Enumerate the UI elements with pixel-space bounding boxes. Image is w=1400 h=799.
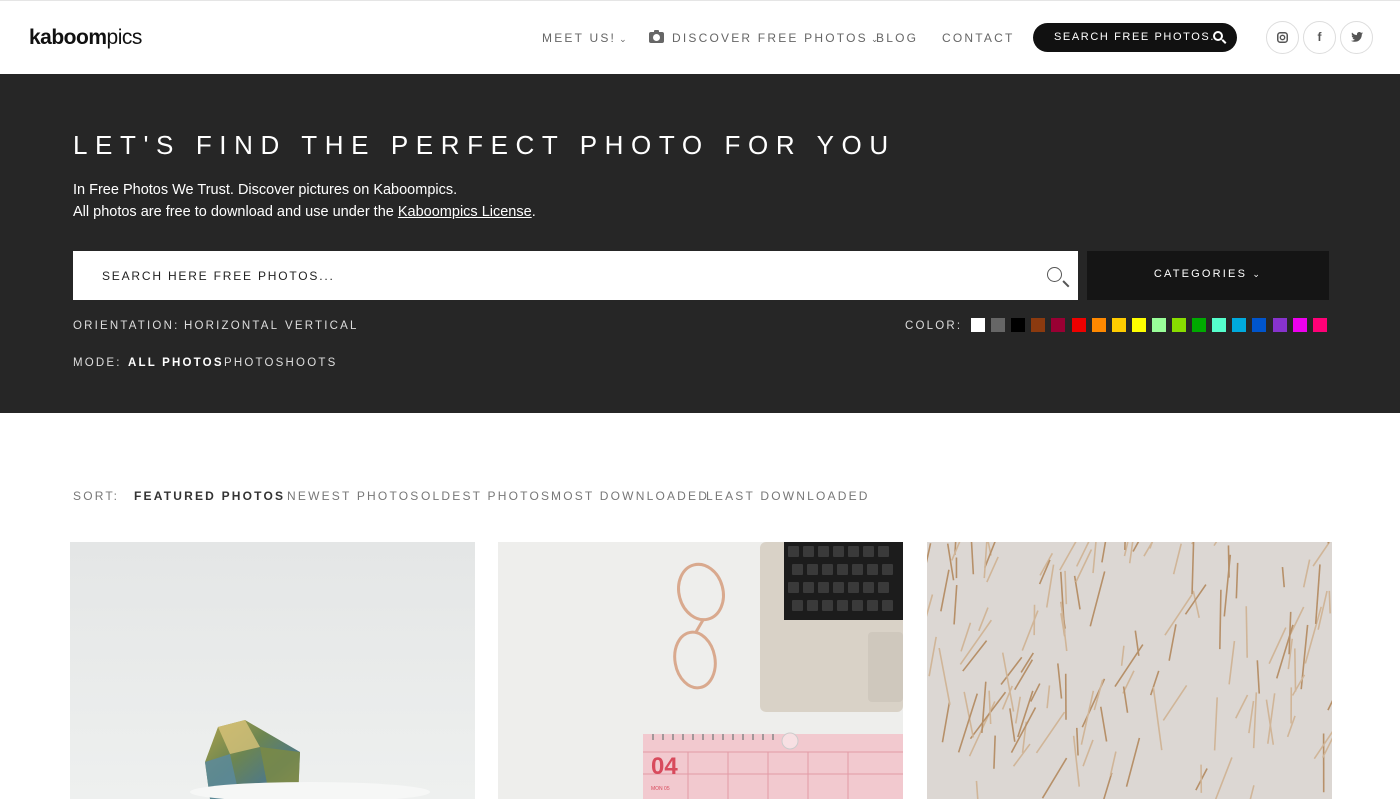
categories-dropdown[interactable]: CATEGORIES ⌄ — [1087, 251, 1329, 300]
search-icon — [1213, 31, 1223, 41]
sort-featured-photos[interactable]: FEATURED PHOTOS — [134, 489, 285, 503]
chevron-down-icon: ⌄ — [1252, 269, 1263, 279]
photo-card-prism[interactable] — [70, 542, 475, 799]
color-label: COLOR: — [905, 320, 963, 332]
photo-card-workspace[interactable]: 04 MON 05 — [498, 542, 903, 799]
workspace-photo-image: 04 MON 05 — [498, 542, 903, 799]
nav-meet-us[interactable]: MEET US! ⌄ — [542, 31, 629, 45]
hero-tagline: In Free Photos We Trust. Discover pictur… — [73, 182, 458, 198]
header-search-button[interactable]: SEARCH FREE PHOTOS... — [1033, 23, 1237, 52]
main-search-box — [73, 251, 1078, 300]
site-header: kaboompics MEET US! ⌄ DISCOVER FREE PHOTO… — [0, 1, 1400, 74]
sort-least-downloaded[interactable]: LEAST DOWNLOADED — [706, 489, 870, 503]
twitter-icon — [1350, 32, 1363, 42]
color-swatch[interactable] — [1031, 318, 1046, 332]
hero-license-text: All photos are free to download and use … — [73, 204, 536, 220]
photo-card-pampas-grass[interactable] — [927, 542, 1332, 799]
color-swatch[interactable] — [1192, 318, 1207, 332]
camera-icon — [649, 30, 664, 43]
calendar-weekday: MON 05 — [651, 786, 670, 792]
hero-title: LET'S FIND THE PERFECT PHOTO FOR YOU — [73, 130, 896, 160]
sort-oldest-photos[interactable]: OLDEST PHOTOS — [421, 489, 551, 503]
main-search-input[interactable] — [73, 251, 1033, 300]
mode-photoshoots[interactable]: PHOTOSHOOTS — [224, 357, 337, 369]
chevron-down-icon: ⌄ — [619, 34, 629, 44]
twitter-button[interactable] — [1340, 21, 1373, 54]
color-swatch[interactable] — [1111, 318, 1126, 332]
color-swatch[interactable] — [1091, 318, 1106, 332]
sort-most-downloaded[interactable]: MOST DOWNLOADED — [551, 489, 709, 503]
nav-discover-free-photos[interactable]: DISCOVER FREE PHOTOS ⌄ — [649, 30, 881, 45]
instagram-button[interactable] — [1266, 21, 1299, 54]
color-swatch[interactable] — [1011, 318, 1026, 332]
color-swatch[interactable] — [1272, 318, 1287, 332]
color-swatch[interactable] — [1252, 318, 1267, 332]
facebook-button[interactable]: f — [1303, 21, 1336, 54]
orientation-label: ORIENTATION: — [73, 320, 180, 332]
nav-blog[interactable]: BLOG — [876, 31, 918, 45]
color-swatch[interactable] — [1172, 318, 1186, 332]
color-swatch[interactable] — [991, 318, 1006, 332]
mode-all-photos[interactable]: ALL PHOTOS — [128, 357, 224, 369]
color-swatch[interactable] — [1131, 318, 1146, 332]
search-icon[interactable] — [1047, 267, 1062, 282]
color-swatch[interactable] — [1212, 318, 1227, 332]
nav-contact[interactable]: CONTACT — [942, 31, 1015, 45]
calendar-day: 04 — [651, 753, 678, 780]
color-swatch[interactable] — [1292, 318, 1307, 332]
orientation-horizontal[interactable]: HORIZONTAL — [184, 320, 279, 332]
instagram-icon — [1277, 32, 1288, 43]
color-swatch[interactable] — [971, 318, 985, 332]
orientation-vertical[interactable]: VERTICAL — [285, 320, 359, 332]
color-swatch[interactable] — [1312, 318, 1327, 332]
color-swatch[interactable] — [1232, 318, 1247, 332]
facebook-icon: f — [1317, 30, 1322, 44]
kaboompics-logo[interactable]: kaboompics — [29, 26, 142, 50]
license-link[interactable]: Kaboompics License — [398, 204, 532, 220]
pampas-photo-image — [927, 542, 1332, 799]
sort-newest-photos[interactable]: NEWEST PHOTOS — [287, 489, 421, 503]
hero-search-section: LET'S FIND THE PERFECT PHOTO FOR YOU In … — [0, 74, 1400, 413]
mode-label: MODE: — [73, 357, 122, 369]
prism-photo-image — [70, 542, 475, 799]
sort-label: SORT: — [73, 489, 120, 503]
color-swatch[interactable] — [1151, 318, 1166, 332]
color-swatch[interactable] — [1051, 318, 1066, 332]
color-swatch[interactable] — [1071, 318, 1086, 332]
